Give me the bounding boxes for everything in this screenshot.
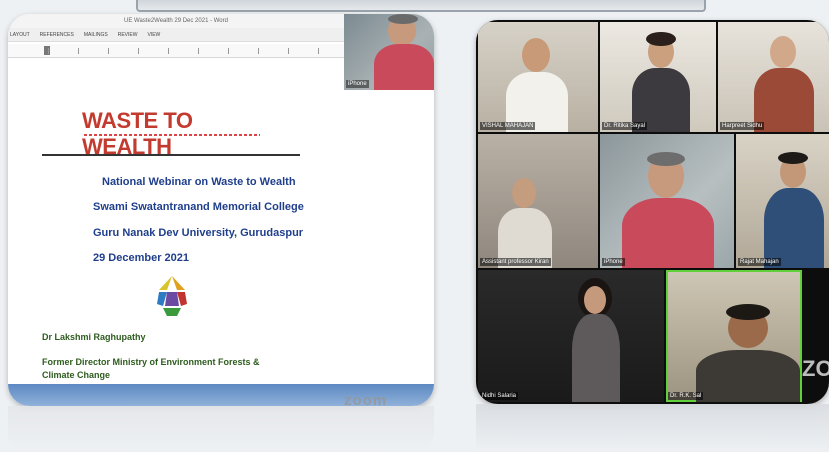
participant-name: Dr. R.K. Sal	[668, 392, 704, 400]
ribbon-tab-references[interactable]: REFERENCES	[40, 32, 74, 38]
left-panel-reflection	[8, 406, 434, 452]
participant-head	[522, 38, 550, 72]
video-tile[interactable]: Assistant professor Kiran	[478, 134, 598, 268]
recycle-icon	[157, 276, 187, 316]
participant-name: Assistant professor Kiran	[480, 258, 551, 266]
title-divider	[42, 154, 300, 156]
participant-shawl	[622, 198, 714, 268]
video-tile[interactable]: Nidhi Salaria	[478, 270, 664, 402]
participant-name: Rajat Mahajan	[738, 258, 781, 266]
video-tile[interactable]: VISHAL MAHAJAN	[478, 22, 598, 132]
word-ribbon: LAYOUT REFERENCES MAILINGS REVIEW VIEW	[8, 28, 344, 42]
event-line: National Webinar on Waste to Wealth	[102, 176, 296, 188]
speaker-shawl	[374, 44, 434, 90]
ribbon-tab-mailings[interactable]: MAILINGS	[84, 32, 108, 38]
zoom-watermark: zoom	[344, 392, 388, 406]
participant-head	[512, 178, 536, 208]
participant-hair	[726, 304, 770, 320]
ribbon-tab-layout[interactable]: LAYOUT	[10, 32, 30, 38]
thumbnail-name-label: iPhone	[346, 80, 369, 88]
video-tile-active-speaker[interactable]: Dr. R.K. Sal	[666, 270, 802, 402]
video-tile[interactable]: Harpreet Sidhu	[718, 22, 829, 132]
video-tile[interactable]: Rajat Mahajan	[736, 134, 829, 268]
date-line: 29 December 2021	[93, 252, 190, 264]
college-line: Swami Swatantranand Memorial College	[93, 201, 304, 213]
author-role: Former Director Ministry of Environment …	[42, 357, 260, 380]
shared-screen-panel: UE Waste2Wealth 29 Dec 2021 - Word LAYOU…	[8, 14, 434, 406]
speaker-thumbnail[interactable]: iPhone	[344, 14, 434, 90]
participant-body	[572, 314, 620, 402]
spellcheck-underline	[84, 134, 260, 136]
participant-name: Dr. Ritika Sayal	[602, 122, 648, 130]
gallery-view-panel: VISHAL MAHAJAN Dr. Ritika Sayal Harpreet…	[476, 20, 829, 404]
participant-body	[696, 350, 800, 402]
ribbon-tab-review[interactable]: REVIEW	[118, 32, 138, 38]
right-panel-reflection	[476, 404, 829, 452]
participant-name: iPhone	[602, 258, 625, 266]
participant-head	[770, 36, 796, 68]
video-tile[interactable]: iPhone	[600, 134, 734, 268]
participant-name: Nidhi Salaria	[480, 392, 519, 400]
participant-hair	[778, 152, 808, 164]
document-page: WASTE TO WEALTH National Webinar on Wast…	[8, 60, 434, 390]
window-top-strip	[136, 0, 706, 12]
video-tile[interactable]: Dr. Ritika Sayal	[600, 22, 716, 132]
participant-face	[584, 286, 606, 314]
participant-name: Harpreet Sidhu	[720, 122, 765, 130]
university-line: Guru Nanak Dev University, Gurudaspur	[93, 227, 304, 239]
participant-body	[764, 188, 824, 268]
speaker-hair	[388, 14, 418, 24]
participant-name: VISHAL MAHAJAN	[480, 122, 536, 130]
ruler-ticks	[48, 48, 334, 54]
ribbon-tab-view[interactable]: VIEW	[147, 32, 160, 38]
participant-hair	[646, 32, 676, 46]
participant-hair	[647, 152, 685, 166]
zoom-watermark: ZOO	[802, 356, 829, 381]
author-name: Dr Lakshmi Raghupathy	[42, 332, 146, 342]
document-ruler	[8, 44, 344, 58]
